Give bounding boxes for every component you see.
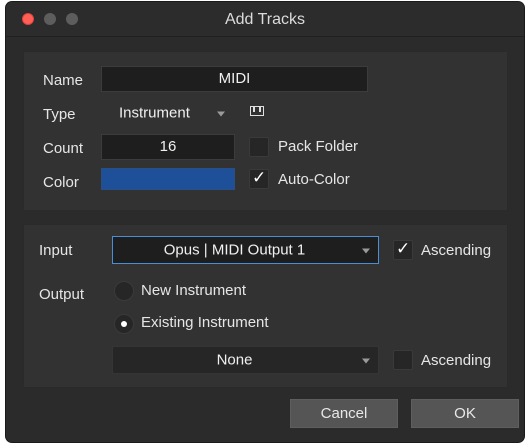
- track-settings-panel: Name MIDI Type Instrument Count 16 Pack …: [23, 51, 508, 211]
- new-instrument-radio[interactable]: [114, 281, 134, 301]
- type-dropdown-value: Instrument: [119, 104, 190, 122]
- title-bar[interactable]: Add Tracks: [6, 2, 524, 37]
- routing-panel: Input Opus | MIDI Output 1 ✓ Ascending O…: [23, 224, 508, 388]
- dialog-title: Add Tracks: [224, 11, 306, 28]
- chevron-down-icon: [362, 358, 370, 364]
- output-label: Output: [39, 286, 85, 303]
- type-dropdown[interactable]: Instrument: [101, 99, 235, 127]
- color-label: Color: [43, 174, 79, 191]
- auto-color-checkbox[interactable]: ✓: [249, 168, 269, 189]
- instrument-dropdown-value: None: [216, 351, 253, 369]
- type-label: Type: [43, 106, 76, 123]
- instrument-dropdown[interactable]: None: [112, 346, 379, 374]
- input-ascending-checkbox[interactable]: ✓: [393, 239, 413, 260]
- name-label: Name: [43, 72, 84, 89]
- name-field[interactable]: MIDI: [101, 66, 368, 92]
- color-swatch[interactable]: [101, 168, 235, 190]
- new-instrument-label: New Instrument: [141, 282, 247, 299]
- checkmark-icon: ✓: [252, 168, 267, 187]
- input-dropdown-value: Opus | MIDI Output 1: [163, 241, 306, 259]
- checkmark-icon: ✓: [396, 239, 411, 258]
- input-ascending-label: Ascending: [421, 242, 492, 259]
- cancel-button[interactable]: Cancel: [290, 399, 398, 428]
- add-tracks-dialog: Add Tracks Name MIDI Type Instrument Cou…: [6, 2, 524, 442]
- chevron-down-icon: [217, 111, 225, 117]
- count-label: Count: [43, 140, 84, 157]
- instrument-ascending-checkbox[interactable]: [393, 350, 413, 370]
- chevron-down-icon: [362, 248, 370, 254]
- existing-instrument-label: Existing Instrument: [141, 314, 269, 331]
- existing-instrument-radio[interactable]: [114, 314, 134, 334]
- input-label: Input: [39, 242, 73, 259]
- input-dropdown[interactable]: Opus | MIDI Output 1: [112, 236, 379, 264]
- instrument-ascending-label: Ascending: [421, 352, 492, 369]
- pack-folder-checkbox[interactable]: [249, 137, 269, 157]
- keyboard-icon: [250, 106, 264, 116]
- pack-folder-label: Pack Folder: [278, 138, 359, 155]
- auto-color-label: Auto-Color: [278, 171, 350, 188]
- count-field[interactable]: 16: [101, 134, 235, 160]
- radio-selected-dot: [121, 321, 127, 327]
- ok-button[interactable]: OK: [411, 399, 519, 428]
